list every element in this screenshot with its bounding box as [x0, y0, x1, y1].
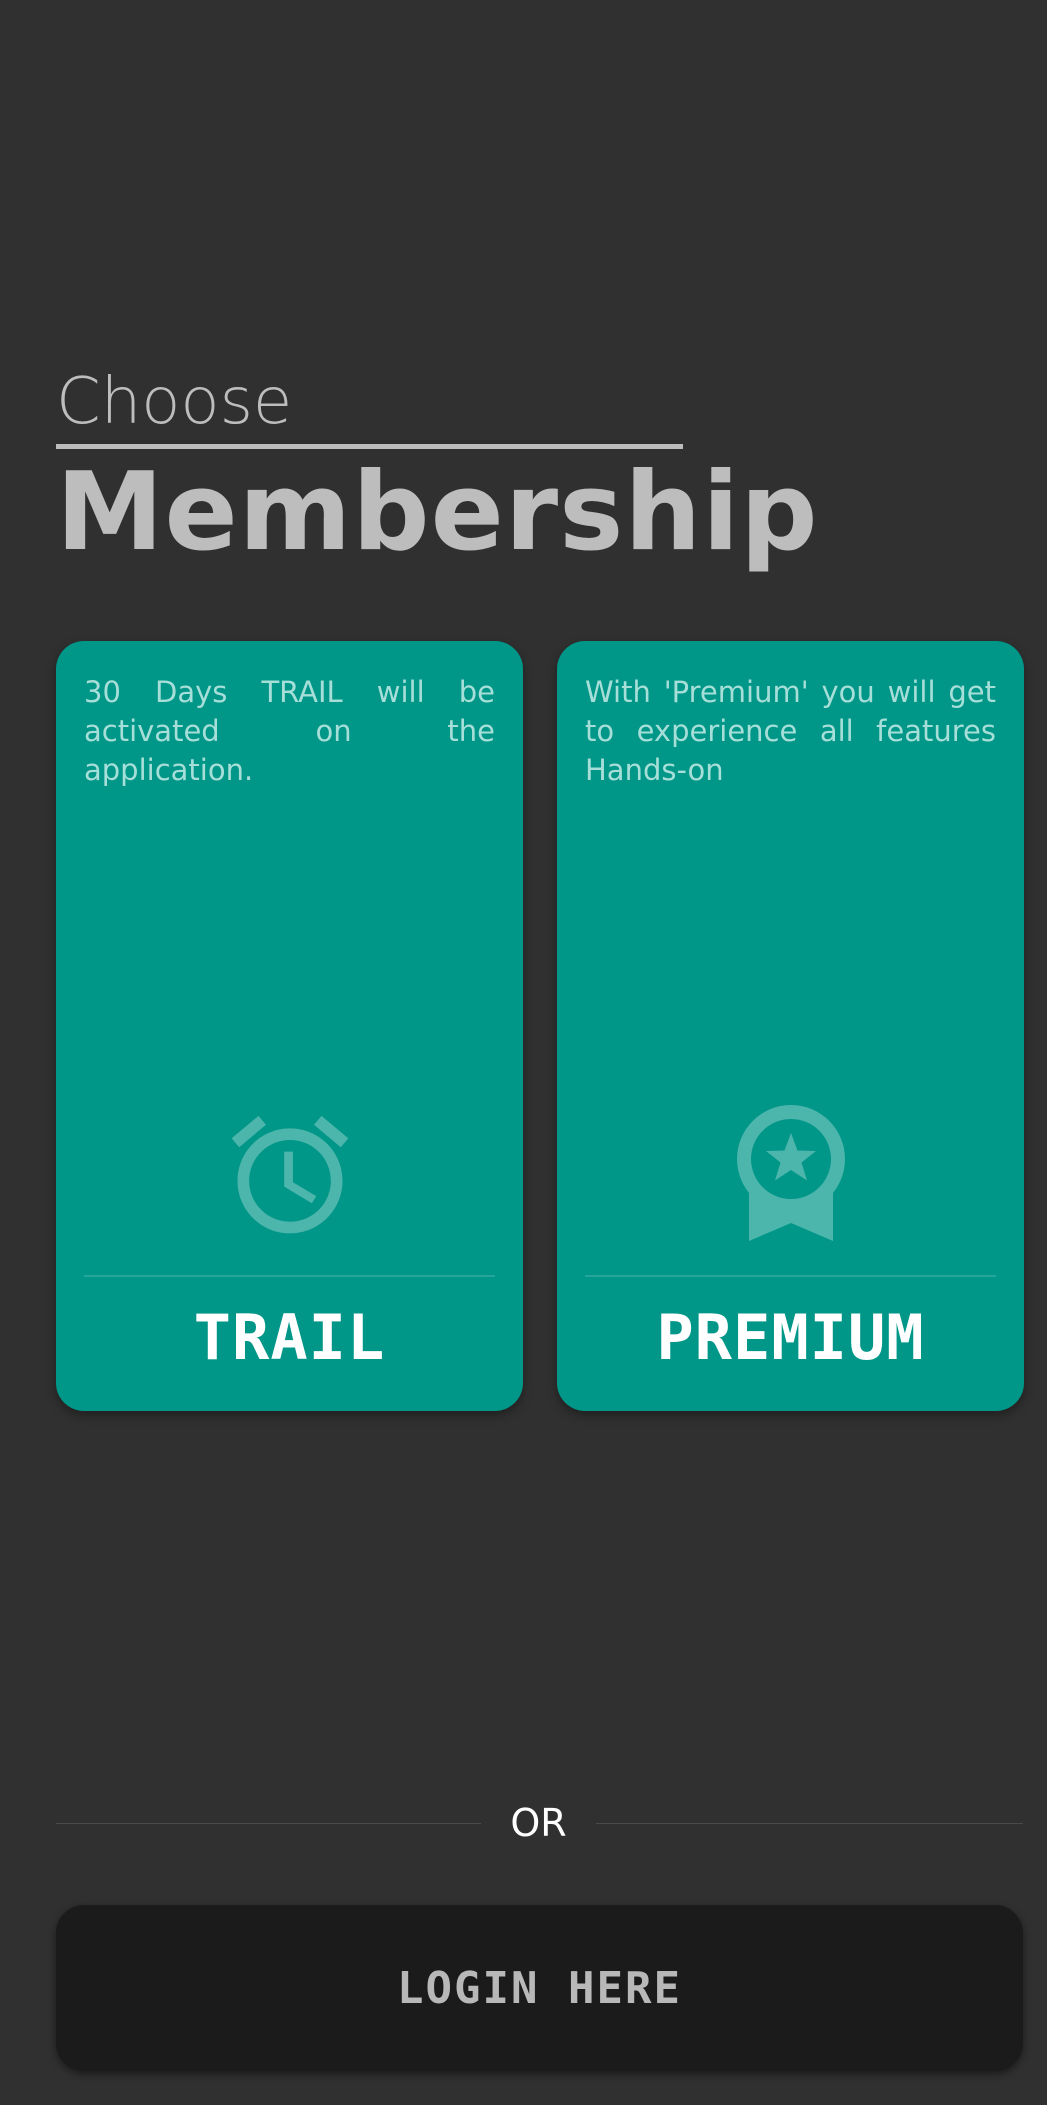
trail-plan-description: 30 Days TRAIL will be activated on the a… [84, 675, 495, 787]
or-separator: OR [56, 1798, 1023, 1848]
trail-plan-title: TRAIL [193, 1301, 386, 1374]
separator-line-left [56, 1823, 481, 1824]
choose-heading: Choose [56, 365, 293, 439]
separator-line-right [596, 1823, 1023, 1824]
alarm-clock-icon [231, 1115, 348, 1234]
premium-plan-description: With 'Premium' you will get to experienc… [585, 675, 996, 787]
card-divider [585, 1275, 996, 1277]
premium-plan-card[interactable]: With 'Premium' you will get to experienc… [557, 641, 1024, 1411]
membership-heading: Membership [56, 450, 819, 575]
card-divider [84, 1275, 495, 1277]
award-badge-icon [736, 1105, 845, 1241]
login-button-label: LOGIN HERE [397, 1962, 682, 2014]
or-label: OR [510, 1801, 567, 1845]
premium-plan-title: PREMIUM [656, 1301, 925, 1374]
heading-underline [56, 444, 683, 449]
trail-plan-card[interactable]: 30 Days TRAIL will be activated on the a… [56, 641, 523, 1411]
page-header: Choose Membership [56, 365, 819, 575]
login-button[interactable]: LOGIN HERE [56, 1905, 1023, 2071]
